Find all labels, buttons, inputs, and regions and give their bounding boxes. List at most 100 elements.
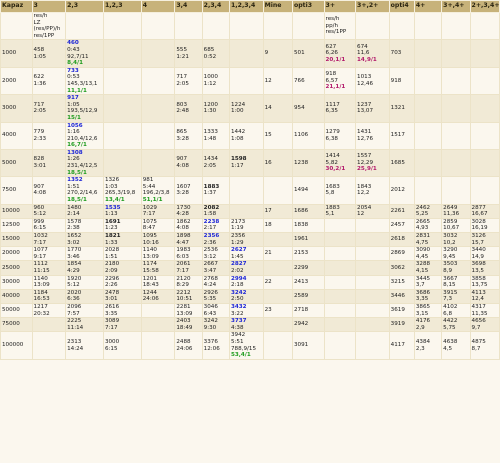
cell-line: 2153 — [294, 250, 309, 257]
cell-c3p4p: 2649 11,36 — [441, 203, 471, 219]
cell-c3p4p: 3032 10,2 — [441, 231, 471, 248]
cell-c234: 2536 3:12 — [201, 246, 230, 262]
cell-c3p — [323, 331, 357, 360]
cell-line: 10:16 — [142, 239, 159, 246]
cell-opti4: 3062 — [388, 260, 415, 276]
cell-line: 1:33 — [104, 239, 118, 246]
cell-c4: 1075 8:47 — [140, 217, 176, 234]
cell-line: 1077 — [33, 247, 48, 254]
cell-line: 9,7 — [471, 324, 481, 331]
cell-line: 1:16 — [67, 129, 80, 136]
cell-c23: 460 0:43 92,7/11 8,4/1 — [65, 39, 104, 68]
cell-line: res/1PP — [325, 29, 347, 36]
cell-line: 231,4/12,5 — [67, 163, 98, 170]
cell-line: 5:44 — [142, 183, 156, 190]
cell-line: 1898 — [176, 233, 191, 239]
cell-c4: 1095 10:16 — [140, 231, 176, 248]
col-header[interactable]: 2,3 — [65, 0, 104, 13]
cell-line: 1013 — [357, 74, 372, 81]
cell-c3 — [31, 331, 67, 360]
cell-line: 1029 — [142, 204, 157, 211]
cell-c3p4p — [441, 11, 471, 41]
cell-opti3: 766 — [292, 66, 325, 96]
cell-c1234: 1598 1:17 — [228, 148, 264, 178]
cell-line: 3290 — [443, 247, 458, 254]
col-header[interactable]: 3+,2+ — [355, 0, 390, 13]
cell-c34: 2061 7:17 — [174, 260, 203, 276]
cell-line: 6,8 — [443, 310, 453, 317]
cell-line: 3000 — [2, 105, 17, 112]
cell-opti4: 1321 — [388, 94, 415, 123]
cell-line: 25000 — [2, 264, 20, 271]
cell-c34: 2403 18:49 — [174, 317, 203, 333]
cell-c2p34p: 3858 13,75 — [469, 274, 500, 290]
cell-line: 1652 — [67, 233, 82, 239]
cell-line: 4:29 — [67, 267, 80, 274]
cell-line: 1321 — [390, 105, 405, 112]
cell-line: 1:29 — [230, 239, 244, 246]
cell-line: 3698 — [471, 261, 486, 268]
col-header[interactable]: 1,2,3 — [102, 0, 142, 13]
cell-line: 12,29 — [357, 159, 374, 166]
cell-c3: res/h LZ (res/PP)/h res/1PP — [31, 11, 67, 41]
cell-c123 — [102, 11, 142, 41]
cell-line: 21 — [264, 250, 272, 257]
col-header[interactable]: 3,4 — [174, 0, 203, 13]
col-header[interactable]: 1,2,3,4 — [228, 0, 264, 13]
cell-c2p34p — [469, 66, 500, 96]
col-header[interactable]: 3+,4+ — [441, 0, 471, 13]
cell-c2p34p: 2877 16,67 — [469, 203, 500, 219]
cell-c3p2p — [355, 246, 390, 262]
col-header[interactable]: 3 — [31, 0, 67, 13]
col-header[interactable]: 2+,3,4+ — [469, 0, 500, 13]
cell-line: 50000 — [2, 307, 20, 314]
cell-line: 3126 — [471, 233, 486, 239]
cell-line: 12:06 — [203, 345, 220, 352]
cell-line: 3445 — [415, 275, 431, 282]
cell-line: 1442 — [230, 129, 246, 136]
cell-c34: 865 3:28 — [174, 121, 203, 150]
cell-c3p4p — [441, 148, 471, 178]
cell-line: 3915 — [443, 289, 458, 296]
cell-opti3: 3091 — [292, 331, 325, 360]
cell-opti3: 2299 — [292, 260, 325, 276]
cell-line: 4:24 — [203, 282, 217, 289]
cell-line: 7:17 — [33, 239, 47, 246]
cell-line: 4,5 — [443, 345, 453, 352]
cell-line: 7:57 — [67, 310, 80, 317]
cell-line: 18,5/1 — [67, 197, 87, 204]
cell-line: 501 — [294, 50, 305, 57]
cell-c34: 1898 4:47 — [174, 231, 203, 248]
cell-line: 1201 — [142, 275, 157, 282]
cell-line: 13,4/1 — [104, 197, 125, 204]
cell-c1234: 3242 2:50 — [228, 288, 264, 304]
cell-line: 5:51 — [230, 338, 244, 345]
col-header[interactable]: 4 — [140, 0, 176, 13]
cell-line: 1414 — [325, 153, 340, 160]
cell-line: 717 — [33, 101, 45, 108]
cell-c3: 458 1:05 — [31, 39, 67, 68]
col-header[interactable]: opti4 — [388, 0, 415, 13]
cell-line: 1:45 — [230, 253, 244, 260]
cell-c2p34p — [469, 148, 500, 178]
col-header[interactable]: opti3 — [292, 0, 325, 13]
cell-line: 2:09 — [104, 267, 118, 274]
cell-c23: 1352 1:51 270,2/14,6 18,5/1 — [65, 176, 104, 205]
cell-line: 1:08 — [230, 135, 244, 142]
cell-line: 0:43 — [67, 46, 80, 53]
cell-line: 265,3/19,8 — [104, 190, 136, 197]
cell-line: pp/h — [325, 22, 339, 29]
col-header[interactable]: Kapaz — [0, 0, 33, 13]
cell-line: 1075 — [142, 218, 157, 225]
cell-c123 — [102, 121, 142, 150]
col-header[interactable]: Mine — [262, 0, 294, 13]
cell-opti4: 2869 — [388, 246, 415, 262]
cell-opti4: 2261 — [388, 203, 415, 219]
cell-line: 2082 — [203, 204, 220, 211]
cell-line: 1983 — [176, 247, 191, 254]
col-header[interactable]: 2,3,4 — [201, 0, 230, 13]
col-header[interactable]: 4+ — [413, 0, 443, 13]
cell-line: 3:01 — [33, 163, 47, 170]
cell-line: 12,76 — [357, 135, 374, 142]
col-header[interactable]: 3+ — [323, 0, 357, 13]
